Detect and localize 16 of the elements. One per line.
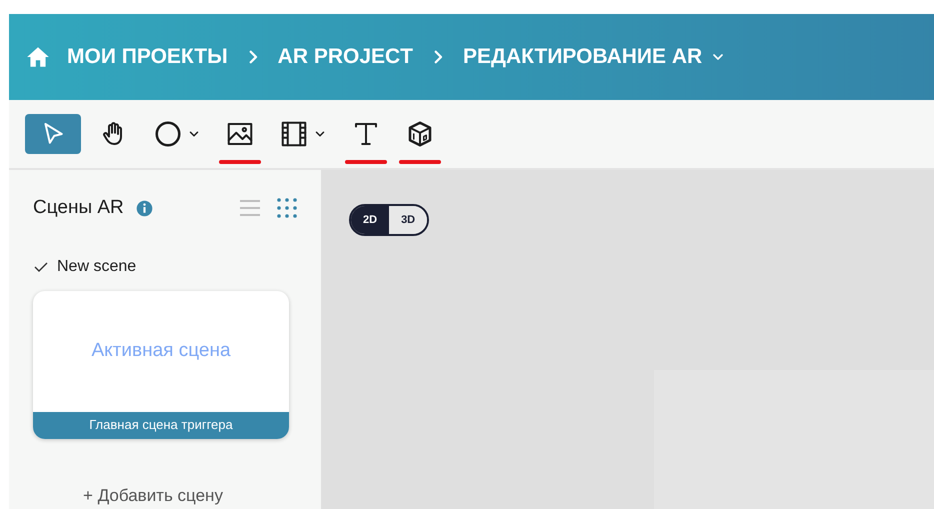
scene-preview-label: Активная сцена	[91, 338, 231, 363]
add-scene-button[interactable]: + Добавить сцену	[83, 482, 247, 508]
grid-view-icon[interactable]	[277, 198, 297, 218]
scene-card[interactable]: Активная сцена Главная сцена триггера	[33, 290, 289, 438]
highlight-underline	[399, 160, 441, 164]
info-icon[interactable]	[136, 200, 153, 217]
highlight-underline	[219, 160, 261, 164]
scene-caption: Главная сцена триггера	[33, 412, 289, 438]
view-mode-toggle[interactable]: 3D	[389, 206, 428, 234]
breadcrumb-link[interactable]: РЕДАКТИРОВАНИЕ AR	[463, 41, 726, 73]
view-mode-toggle[interactable]: 2D	[351, 206, 390, 234]
film-icon	[279, 119, 309, 149]
sidebar-title: Сцены AR	[33, 196, 124, 220]
highlight-underline	[345, 160, 387, 164]
scene-group-toggle[interactable]: New scene	[33, 254, 297, 278]
circle-icon	[153, 119, 183, 149]
